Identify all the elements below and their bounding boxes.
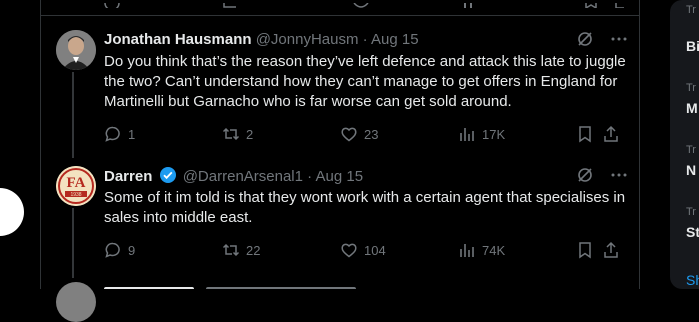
reply-button[interactable]: 9 <box>104 241 222 259</box>
bookmark-icon <box>579 126 591 143</box>
header-icons <box>576 30 628 54</box>
avatar-year: 1938 <box>70 192 81 198</box>
timeline-column-border-right <box>639 0 640 289</box>
show-more-link[interactable]: Sh <box>686 272 699 288</box>
grok-icon[interactable] <box>576 30 594 54</box>
tweet-header: Darren @DarrenArsenal1 · Aug 15 <box>104 166 628 186</box>
like-count: 104 <box>364 242 386 258</box>
previous-tweet-actions <box>104 0 624 8</box>
author-name[interactable]: Darren <box>104 168 152 185</box>
trend-title[interactable]: N <box>686 162 696 178</box>
dot-separator: · <box>362 31 368 48</box>
like-count: 23 <box>364 126 379 142</box>
grok-icon[interactable] <box>576 166 594 190</box>
bookmark-icon <box>579 242 591 259</box>
like-button[interactable]: 23 <box>340 125 458 143</box>
next-tweet-avatar[interactable] <box>56 282 96 322</box>
verified-icon <box>159 167 176 183</box>
trend-title[interactable]: Bi <box>686 38 699 54</box>
share-button[interactable] <box>602 125 622 143</box>
repost-button[interactable]: 2 <box>222 125 340 143</box>
author-handle[interactable]: @DarrenArsenal1 <box>183 168 303 185</box>
dot-separator: · <box>307 168 313 185</box>
trend-category: Tr <box>686 4 696 16</box>
trend-category: Tr <box>686 82 696 94</box>
floating-action-button[interactable] <box>0 188 24 236</box>
tweet[interactable]: FA 1938 Darren @DarrenArsenal1 · Aug 15 … <box>56 166 628 266</box>
author-name[interactable]: Jonathan Hausmann <box>104 31 252 48</box>
timeline-column-border-left <box>40 0 41 289</box>
bookmark-button[interactable] <box>576 125 602 143</box>
views-count: 17K <box>482 126 506 142</box>
views-icon <box>460 128 474 141</box>
views-count: 74K <box>482 242 506 258</box>
bookmark-button[interactable] <box>576 241 602 259</box>
trends-sidebar: Tr Bi Tr M Tr N Tr St Sh <box>658 0 699 289</box>
tweet-text: Do you think that’s the reason they’ve l… <box>104 53 626 110</box>
share-icon <box>604 125 618 142</box>
tweet-header: Jonathan Hausmann @JonnyHausm · Aug 15 <box>104 30 628 50</box>
views-icon <box>460 244 474 257</box>
next-tweet-header <box>104 284 434 289</box>
like-button[interactable]: 104 <box>340 241 458 259</box>
avatar[interactable] <box>56 30 96 70</box>
author-handle[interactable]: @JonnyHausm <box>256 31 359 48</box>
trend-category: Tr <box>686 144 696 156</box>
reply-count: 9 <box>128 242 136 258</box>
repost-button[interactable]: 22 <box>222 241 340 259</box>
svg-text:FA: FA <box>67 175 86 191</box>
trend-category: Tr <box>686 206 696 218</box>
tweet-actions: 9 22 104 74K <box>104 240 628 260</box>
like-icon <box>341 243 357 258</box>
views-button[interactable]: 17K <box>458 125 576 143</box>
tweet[interactable]: Jonathan Hausmann @JonnyHausm · Aug 15 D… <box>56 30 628 150</box>
reply-button[interactable]: 1 <box>104 125 222 143</box>
avatar[interactable]: FA 1938 <box>56 166 96 206</box>
trend-title[interactable]: St <box>686 224 699 240</box>
header-icons <box>576 166 628 190</box>
repost-icon <box>222 127 240 141</box>
repost-count: 22 <box>246 242 261 258</box>
share-button[interactable] <box>602 241 622 259</box>
views-button[interactable]: 74K <box>458 241 576 259</box>
like-icon <box>341 127 357 142</box>
tweet-actions: 1 2 23 17K <box>104 124 628 144</box>
trend-title[interactable]: M <box>686 100 698 116</box>
repost-icon <box>222 243 240 257</box>
reply-icon <box>105 126 120 142</box>
repost-count: 2 <box>246 126 254 142</box>
reply-count: 1 <box>128 126 136 142</box>
share-icon <box>604 241 618 258</box>
tweet-date[interactable]: Aug 15 <box>316 168 364 185</box>
tweet-date[interactable]: Aug 15 <box>371 31 419 48</box>
more-icon[interactable] <box>610 30 628 54</box>
separator <box>40 15 640 16</box>
reply-icon <box>105 242 120 258</box>
more-icon[interactable] <box>610 166 628 190</box>
tweet-text: Some of it im told is that they wont wor… <box>104 189 626 226</box>
